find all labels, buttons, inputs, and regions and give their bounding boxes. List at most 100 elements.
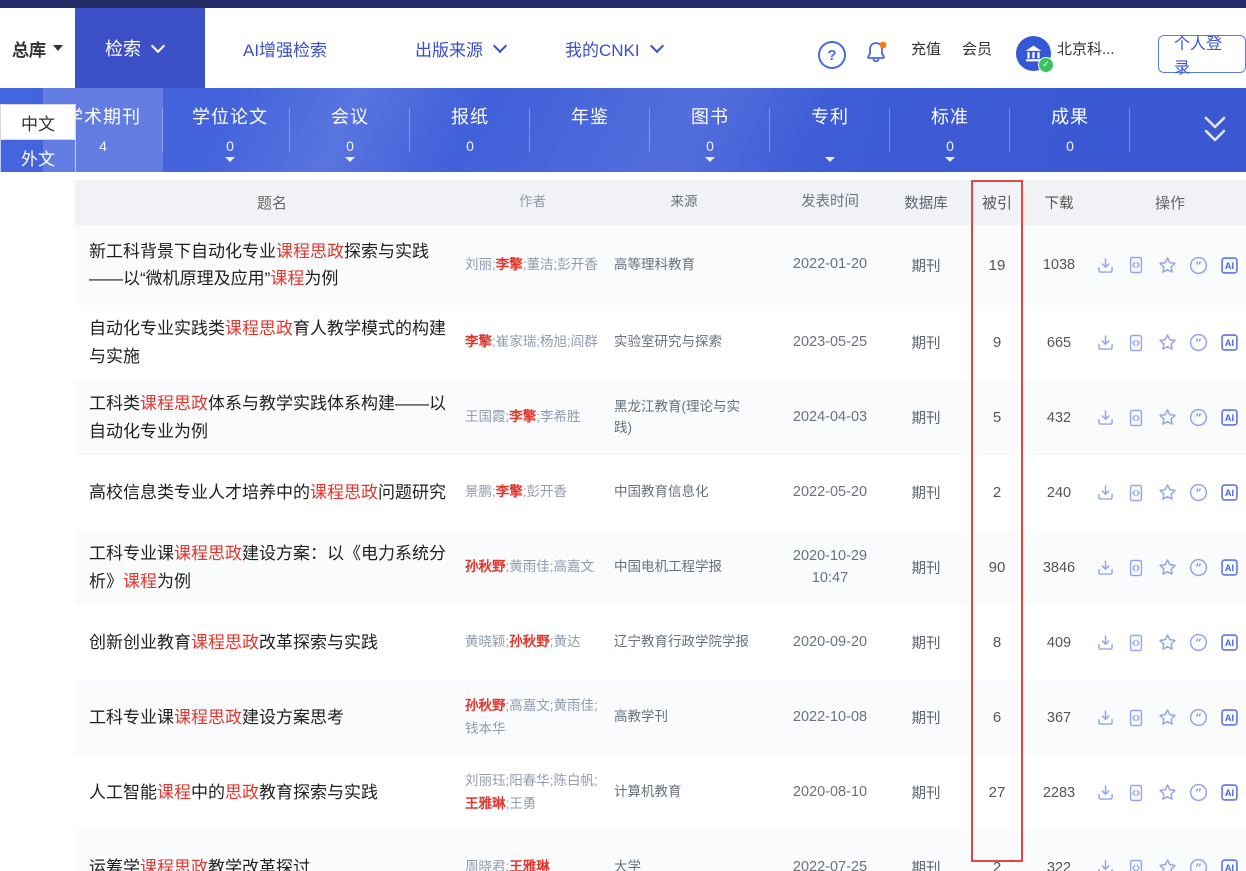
favorite-star-icon[interactable] [1156,407,1178,429]
download-icon[interactable] [1094,557,1116,579]
citation-count[interactable]: 19 [962,257,1032,274]
favorite-star-icon[interactable] [1156,254,1178,276]
author-link[interactable]: 李擎 [496,257,523,272]
ai-assist-icon[interactable]: AI [1218,557,1240,579]
read-online-icon[interactable] [1125,482,1147,504]
read-online-icon[interactable] [1125,332,1147,354]
paper-title[interactable]: 工科专业课课程思政建设方案：以《电力系统分析》课程为例 [89,544,446,590]
author-link[interactable]: 李希胜 [540,409,581,424]
download-icon[interactable] [1094,254,1116,276]
paper-title[interactable]: 创新创业教育课程思政改革探索与实践 [89,633,378,652]
read-online-icon[interactable] [1125,407,1147,429]
author-link[interactable]: 高嘉文 [509,698,550,713]
header-date[interactable]: 发表时间 [770,192,890,214]
cite-quote-icon[interactable]: ” [1187,332,1209,354]
notification-bell-icon[interactable] [862,38,890,66]
source-cell[interactable]: 实验室研究与探索 [610,332,770,353]
personal-login-button[interactable]: 个人登录 [1158,35,1246,77]
citation-count[interactable]: 6 [962,709,1032,726]
author-link[interactable]: 王勇 [509,796,536,811]
tab-expand-chevron-icon[interactable] [345,157,355,162]
author-link[interactable]: 杨旭 [540,334,567,349]
doc-tab-4[interactable]: 年鉴 [530,88,650,172]
favorite-star-icon[interactable] [1156,557,1178,579]
download-icon[interactable] [1094,482,1116,504]
paper-title[interactable]: 工科专业课课程思政建设方案思考 [89,708,344,727]
ai-assist-icon[interactable]: AI [1218,407,1240,429]
author-link[interactable]: 钱本华 [465,721,506,736]
ai-assist-icon[interactable]: AI [1218,632,1240,654]
doc-tab-3[interactable]: 报纸 0 [410,88,530,172]
author-link[interactable]: 黄雨佳 [554,698,595,713]
author-link[interactable]: 孙秋野 [509,634,550,649]
author-link[interactable]: 高嘉文 [554,559,595,574]
paper-title[interactable]: 高校信息类专业人才培养中的课程思政问题研究 [89,483,446,502]
paper-title[interactable]: 人工智能课程中的思政教育探索与实践 [89,783,378,802]
download-icon[interactable] [1094,332,1116,354]
doc-tab-2[interactable]: 会议 0 [290,88,410,172]
help-icon[interactable]: ? [818,41,846,69]
author-link[interactable]: 孙秋野 [465,698,506,713]
read-online-icon[interactable] [1125,857,1147,871]
author-link[interactable]: 崔家瑞 [496,334,537,349]
author-link[interactable]: 周晓君 [465,859,506,871]
author-link[interactable]: 黄达 [554,634,581,649]
read-online-icon[interactable] [1125,254,1147,276]
ai-assist-icon[interactable]: AI [1218,707,1240,729]
citation-count[interactable]: 8 [962,634,1032,651]
paper-title[interactable]: 运筹学课程思政教学改革探讨 [89,858,310,871]
search-menu[interactable]: 检索 [63,8,205,88]
read-online-icon[interactable] [1125,632,1147,654]
favorite-star-icon[interactable] [1156,632,1178,654]
ai-assist-icon[interactable]: AI [1218,482,1240,504]
header-download[interactable]: 下载 [1032,192,1086,213]
author-link[interactable]: 黄雨佳 [509,559,550,574]
paper-title[interactable]: 工科类课程思政体系与教学实践体系构建——以自动化专业为例 [89,394,446,440]
author-link[interactable]: 董洁 [527,257,554,272]
citation-count[interactable]: 27 [962,784,1032,801]
download-icon[interactable] [1094,407,1116,429]
cite-quote-icon[interactable]: ” [1187,482,1209,504]
doc-tab-1[interactable]: 学位论文 0 [170,88,290,172]
download-icon[interactable] [1094,782,1116,804]
org-avatar[interactable]: ✓ [1016,36,1054,73]
doc-tab-8[interactable]: 成果 0 [1010,88,1130,172]
tab-expand-chevron-icon[interactable] [945,157,955,162]
source-cell[interactable]: 计算机教育 [610,782,770,803]
doc-tab-6[interactable]: 专利 [770,88,890,172]
ai-search-link[interactable]: AI增强检索 [243,8,327,88]
download-icon[interactable] [1094,632,1116,654]
source-cell[interactable]: 中国电机工程学报 [610,557,770,578]
citation-count[interactable]: 5 [962,409,1032,426]
my-cnki-link[interactable]: 我的CNKI [565,8,664,88]
doc-tab-5[interactable]: 图书 0 [650,88,770,172]
ai-assist-icon[interactable]: AI [1218,857,1240,871]
cite-quote-icon[interactable]: ” [1187,254,1209,276]
library-dropdown[interactable]: 总库 [0,8,75,88]
member-link[interactable]: 会员 [962,8,992,88]
tab-expand-chevron-icon[interactable] [825,157,835,162]
org-name[interactable]: 北京科... [1057,8,1115,88]
cite-quote-icon[interactable]: ” [1187,707,1209,729]
collapse-double-chevron-icon[interactable] [1198,112,1232,153]
author-link[interactable]: 李擎 [465,334,492,349]
author-link[interactable]: 黄晓颖 [465,634,506,649]
citation-count[interactable]: 2 [962,484,1032,501]
paper-title[interactable]: 新工科背景下自动化专业课程思政探索与实践——以“微机原理及应用”课程为例 [89,242,429,288]
author-link[interactable]: 孙秋野 [465,559,506,574]
author-link[interactable]: 彭开香 [557,257,598,272]
citation-count[interactable]: 2 [962,859,1032,871]
author-link[interactable]: 刘丽珏 [465,773,506,788]
favorite-star-icon[interactable] [1156,482,1178,504]
tab-expand-chevron-icon[interactable] [225,157,235,162]
tab-expand-chevron-icon[interactable] [705,157,715,162]
paper-title[interactable]: 自动化专业实践类课程思政育人教学模式的构建与实施 [89,319,446,365]
author-link[interactable]: 王雅琳 [465,796,506,811]
ai-assist-icon[interactable]: AI [1218,332,1240,354]
source-cell[interactable]: 中国教育信息化 [610,482,770,503]
favorite-star-icon[interactable] [1156,857,1178,871]
cite-quote-icon[interactable]: ” [1187,407,1209,429]
favorite-star-icon[interactable] [1156,782,1178,804]
publish-source-link[interactable]: 出版来源 [415,8,508,88]
cite-quote-icon[interactable]: ” [1187,632,1209,654]
